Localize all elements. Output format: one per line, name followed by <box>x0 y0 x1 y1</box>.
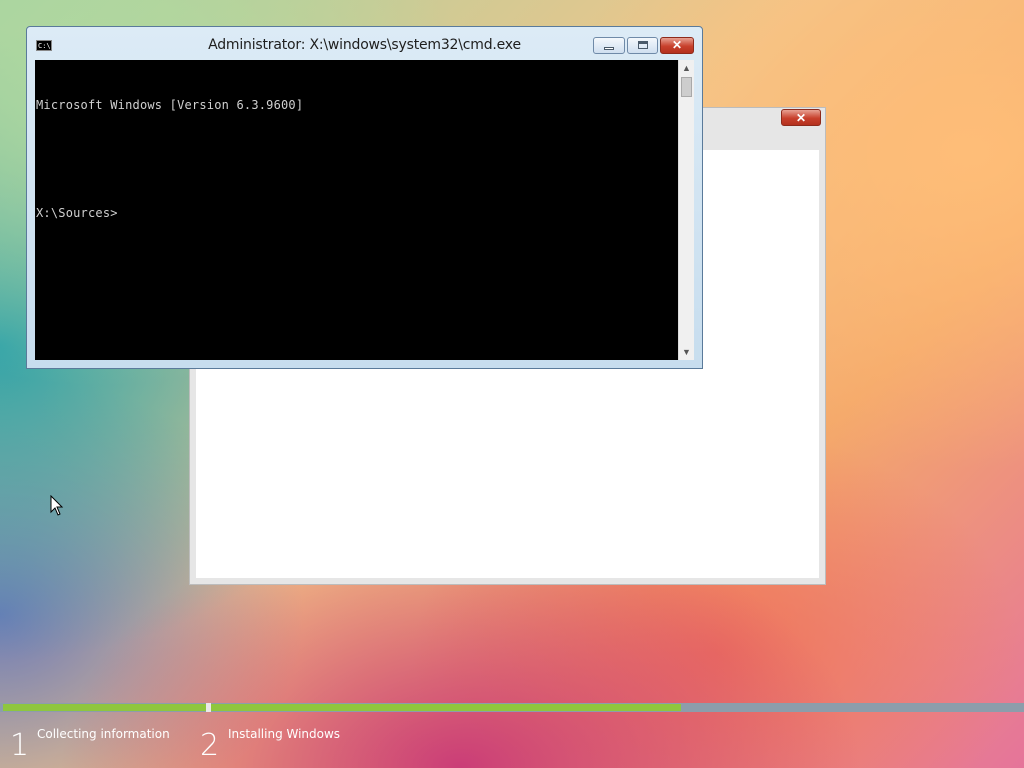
step-number: 1 <box>10 728 30 763</box>
mouse-cursor-icon <box>50 495 64 516</box>
scroll-down-arrow-icon[interactable]: ▼ <box>679 344 694 360</box>
close-icon: ✕ <box>671 38 683 52</box>
progress-segment-collecting-information <box>3 704 206 711</box>
scrollbar-thumb[interactable] <box>681 77 692 97</box>
console-line: Microsoft Windows [Version 6.3.9600] <box>36 98 304 112</box>
maximize-icon <box>638 41 648 49</box>
vertical-scrollbar[interactable]: ▲ ▼ <box>678 60 694 360</box>
scroll-up-arrow-icon[interactable]: ▲ <box>679 60 694 76</box>
step-label-installing-windows: Installing Windows <box>228 727 341 741</box>
setup-close-button[interactable]: ✕ <box>781 109 821 126</box>
console-prompt-line: X:\Sources> <box>36 206 118 220</box>
progress-fill <box>211 704 681 711</box>
cmd-window: C:\ Administrator: X:\windows\system32\c… <box>26 26 703 369</box>
maximize-button[interactable] <box>627 37 658 54</box>
minimize-button[interactable] <box>593 37 625 54</box>
step-number: 2 <box>200 728 220 763</box>
step-label-collecting-information: Collecting information <box>37 727 170 741</box>
console-output[interactable]: Microsoft Windows [Version 6.3.9600] X:\… <box>35 60 678 360</box>
minimize-icon <box>604 47 614 50</box>
close-button[interactable]: ✕ <box>660 37 694 54</box>
desktop-background: ✕ C:\ Administrator: X:\windows\system32… <box>0 0 1024 768</box>
progress-segment-installing-windows <box>211 704 1021 711</box>
setup-progress-bar <box>0 703 1024 712</box>
